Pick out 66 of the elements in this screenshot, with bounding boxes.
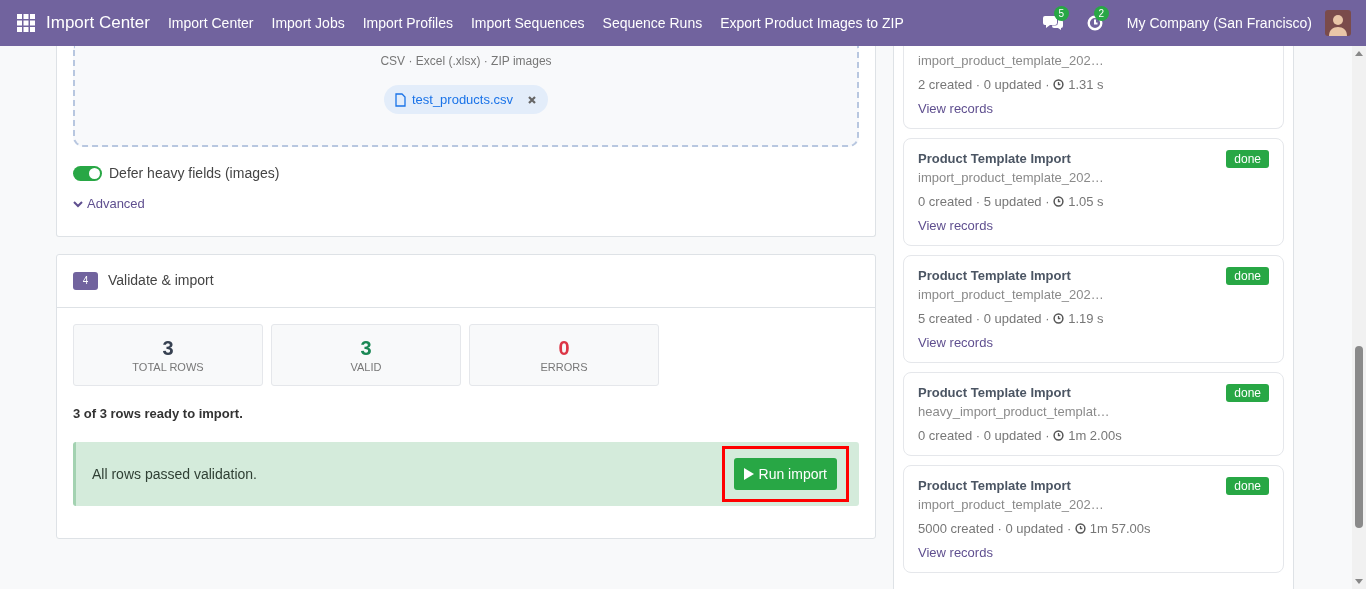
view-records-link[interactable]: View records [918, 216, 1269, 235]
play-icon [743, 468, 754, 480]
job-stats: 2 created · 0 updated · 1.31 s [918, 76, 1105, 94]
app-title[interactable]: Import Center [46, 10, 150, 36]
job-filename: heavy_import_product_templat… [918, 403, 1111, 421]
stat-label: TOTAL ROWS [132, 359, 204, 374]
job-filename: import_product_template_202… [918, 169, 1105, 187]
scroll-down-icon[interactable] [1355, 579, 1363, 585]
nav-menu-item[interactable]: Import Profiles [362, 12, 453, 34]
chevron-down-icon [73, 199, 83, 208]
stat-value: 0 [558, 335, 570, 360]
status-badge: done [1226, 267, 1269, 285]
alert-message: All rows passed validation. [92, 464, 258, 484]
clock-icon [1053, 196, 1065, 207]
clock-icon [1053, 313, 1065, 324]
company-name[interactable]: My Company (San Francisco) [1126, 12, 1312, 34]
remove-icon[interactable] [527, 94, 538, 105]
job-stats: 5000 created · 0 updated · 1m 57.00s [918, 520, 1152, 538]
apps-menu-icon[interactable] [17, 14, 35, 32]
message-count-badge: 5 [1053, 6, 1069, 21]
chat-icon[interactable] [1042, 15, 1063, 31]
stat-label: ERRORS [540, 359, 588, 374]
dropzone[interactable]: CSV · Excel (.xlsx) · ZIP images test_products.csv [73, 46, 859, 147]
job-title: Product Template Import [918, 150, 1071, 168]
scrollbar[interactable] [1352, 46, 1366, 589]
toggle-switch[interactable] [73, 166, 102, 181]
job-title: Product Template Import [918, 477, 1071, 495]
job-title: Product Template Import [918, 267, 1071, 285]
nav-menu-item[interactable]: Export Product Images to ZIP [720, 12, 904, 34]
clock-icon [1074, 523, 1086, 534]
file-icon [394, 92, 406, 107]
section-title: Validate & import [108, 271, 214, 290]
activity-count-badge: 2 [1093, 6, 1109, 21]
file-types-hint: CSV · Excel (.xlsx) · ZIP images [380, 53, 552, 70]
nav-menu-item[interactable]: Import Sequences [470, 12, 585, 34]
stat-label: VALID [350, 359, 382, 374]
clock-icon [1053, 430, 1065, 441]
job-filename: import_product_template_202… [918, 286, 1105, 304]
step-badge: 4 [73, 271, 98, 290]
job-stats: 0 created · 5 updated · 1.05 s [918, 193, 1105, 211]
view-records-link[interactable]: View records [918, 99, 1269, 118]
status-badge: done [1226, 150, 1269, 168]
stat-value: 3 [162, 335, 174, 360]
job-filename: import_product_template_202… [918, 52, 1105, 70]
clock-icon [1053, 79, 1065, 90]
scroll-up-icon[interactable] [1355, 50, 1363, 56]
summary-text: 3 of 3 rows ready to import. [73, 404, 244, 423]
job-stats: 5 created · 0 updated · 1.19 s [918, 310, 1105, 328]
view-records-link[interactable]: View records [918, 333, 1269, 352]
view-records-link[interactable]: View records [918, 543, 1269, 562]
clock-icon[interactable] [1086, 15, 1103, 31]
run-import-button[interactable]: Run import [733, 458, 837, 490]
scrollbar-thumb[interactable] [1355, 346, 1363, 528]
job-title: Product Template Import [918, 384, 1071, 402]
file-name: test_products.csv [411, 90, 514, 109]
nav-menu-item[interactable]: Sequence Runs [602, 12, 703, 34]
job-filename: import_product_template_202… [918, 496, 1105, 514]
status-badge: done [1226, 384, 1269, 402]
job-stats: 0 created · 0 updated · 1m 2.00s [918, 427, 1123, 445]
status-badge: done [1226, 477, 1269, 495]
nav-menu-item[interactable]: Import Jobs [271, 12, 345, 34]
toggle-label: Defer heavy fields (images) [109, 164, 280, 183]
advanced-toggle[interactable]: Advanced [73, 194, 145, 214]
user-avatar[interactable] [1325, 10, 1351, 36]
nav-menu-item[interactable]: Import Center [167, 12, 254, 34]
stat-value: 3 [360, 335, 372, 360]
